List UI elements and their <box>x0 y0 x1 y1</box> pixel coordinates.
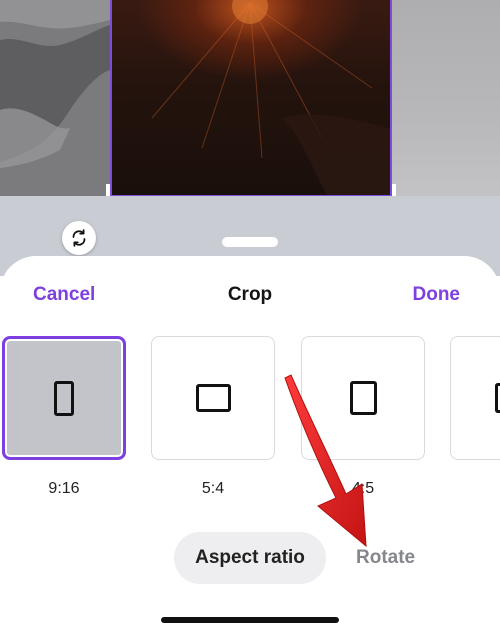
tab-rotate[interactable]: Rotate <box>356 532 415 584</box>
ratio-option-4-5[interactable]: 4:5 <box>301 336 425 499</box>
crop-handle-bottom-left[interactable] <box>106 184 124 196</box>
crop-mode-tabs: Aspect ratio Rotate <box>0 532 500 584</box>
rotate-button[interactable] <box>62 221 96 255</box>
photo-preview <box>0 0 500 196</box>
tab-aspect-ratio[interactable]: Aspect ratio <box>174 532 326 584</box>
crop-frame[interactable] <box>110 0 392 196</box>
ratio-tile[interactable] <box>301 336 425 460</box>
canvas-drag-handle[interactable] <box>222 237 278 247</box>
ratio-tile[interactable] <box>151 336 275 460</box>
ratio-option-partial[interactable] <box>450 336 500 479</box>
sunset-image <box>151 0 390 195</box>
crop-screen: Crop Cancel Done 9:16 5:4 4:5 Aspect rat… <box>0 0 500 636</box>
rotate-arrows-icon <box>72 229 86 247</box>
crop-handle-bottom-right[interactable] <box>378 184 396 196</box>
home-indicator <box>161 617 339 623</box>
sheet-header: Crop Cancel Done <box>0 282 500 310</box>
ratio-option-5-4[interactable]: 5:4 <box>151 336 275 499</box>
square-icon <box>495 383 500 413</box>
ratio-label: 9:16 <box>48 480 80 497</box>
portrait-icon <box>349 381 377 415</box>
ratio-option-9-16[interactable]: 9:16 <box>2 336 126 499</box>
ratio-label: 5:4 <box>201 480 225 497</box>
ratio-tile[interactable] <box>2 336 126 460</box>
done-button[interactable]: Done <box>413 282 461 308</box>
ratio-tile[interactable] <box>450 336 500 460</box>
portrait-tall-icon <box>54 380 74 416</box>
landscape-icon <box>195 384 231 412</box>
crop-bottom-sheet: Crop Cancel Done 9:16 5:4 4:5 Aspect rat… <box>0 256 500 636</box>
aspect-ratio-options: 9:16 5:4 4:5 <box>0 336 500 506</box>
cancel-button[interactable]: Cancel <box>33 282 95 308</box>
ratio-label: 4:5 <box>351 480 375 497</box>
photo-right-region <box>390 0 500 196</box>
